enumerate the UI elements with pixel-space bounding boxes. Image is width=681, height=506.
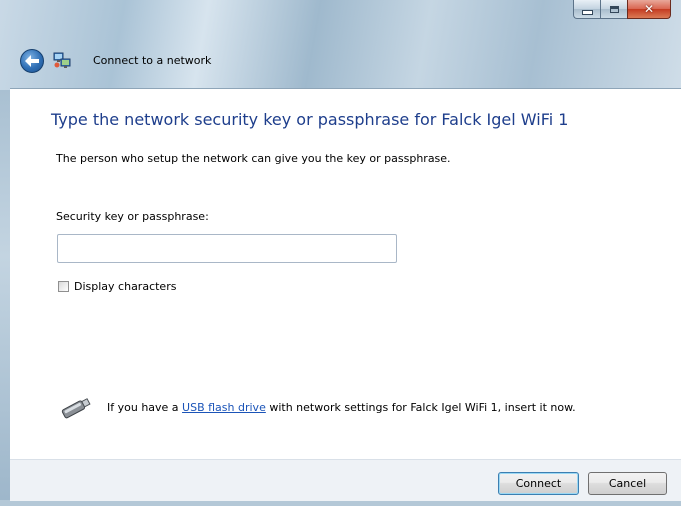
close-button[interactable]: ✕: [627, 0, 671, 19]
window-title: Connect to a network: [93, 54, 212, 67]
usb-drive-icon: [61, 398, 91, 419]
content-area: [10, 88, 681, 501]
maximize-button[interactable]: [600, 0, 627, 19]
back-arrow-icon: [25, 55, 39, 67]
page-heading: Type the network security key or passphr…: [51, 110, 569, 129]
security-key-label: Security key or passphrase:: [56, 210, 209, 223]
close-icon: ✕: [643, 2, 655, 16]
display-characters-checkbox[interactable]: [58, 280, 69, 292]
usb-flash-drive-link[interactable]: USB flash drive: [182, 401, 266, 414]
minimize-button[interactable]: [573, 0, 600, 19]
connect-button[interactable]: Connect: [498, 472, 579, 495]
window-frame-left: [0, 90, 10, 506]
security-key-input[interactable]: [57, 234, 397, 263]
back-button[interactable]: [20, 49, 44, 73]
description-text: The person who setup the network can giv…: [56, 152, 451, 165]
minimize-icon: [581, 9, 593, 15]
maximize-icon: [609, 5, 619, 13]
display-characters-label[interactable]: Display characters: [74, 280, 176, 293]
cancel-button[interactable]: Cancel: [588, 472, 667, 495]
caption-buttons: ✕: [573, 0, 671, 20]
connect-network-window: ✕ Connect to a network Type the network …: [0, 0, 681, 506]
display-characters-option[interactable]: Display characters: [58, 279, 176, 293]
usb-hint-text-before: If you have a: [107, 401, 183, 414]
network-icon: [53, 52, 71, 68]
usb-hint: If you have a USB flash drive with netwo…: [107, 400, 577, 415]
usb-hint-text-after: with network settings for Falck Igel WiF…: [265, 401, 576, 414]
button-bar: [10, 459, 681, 501]
